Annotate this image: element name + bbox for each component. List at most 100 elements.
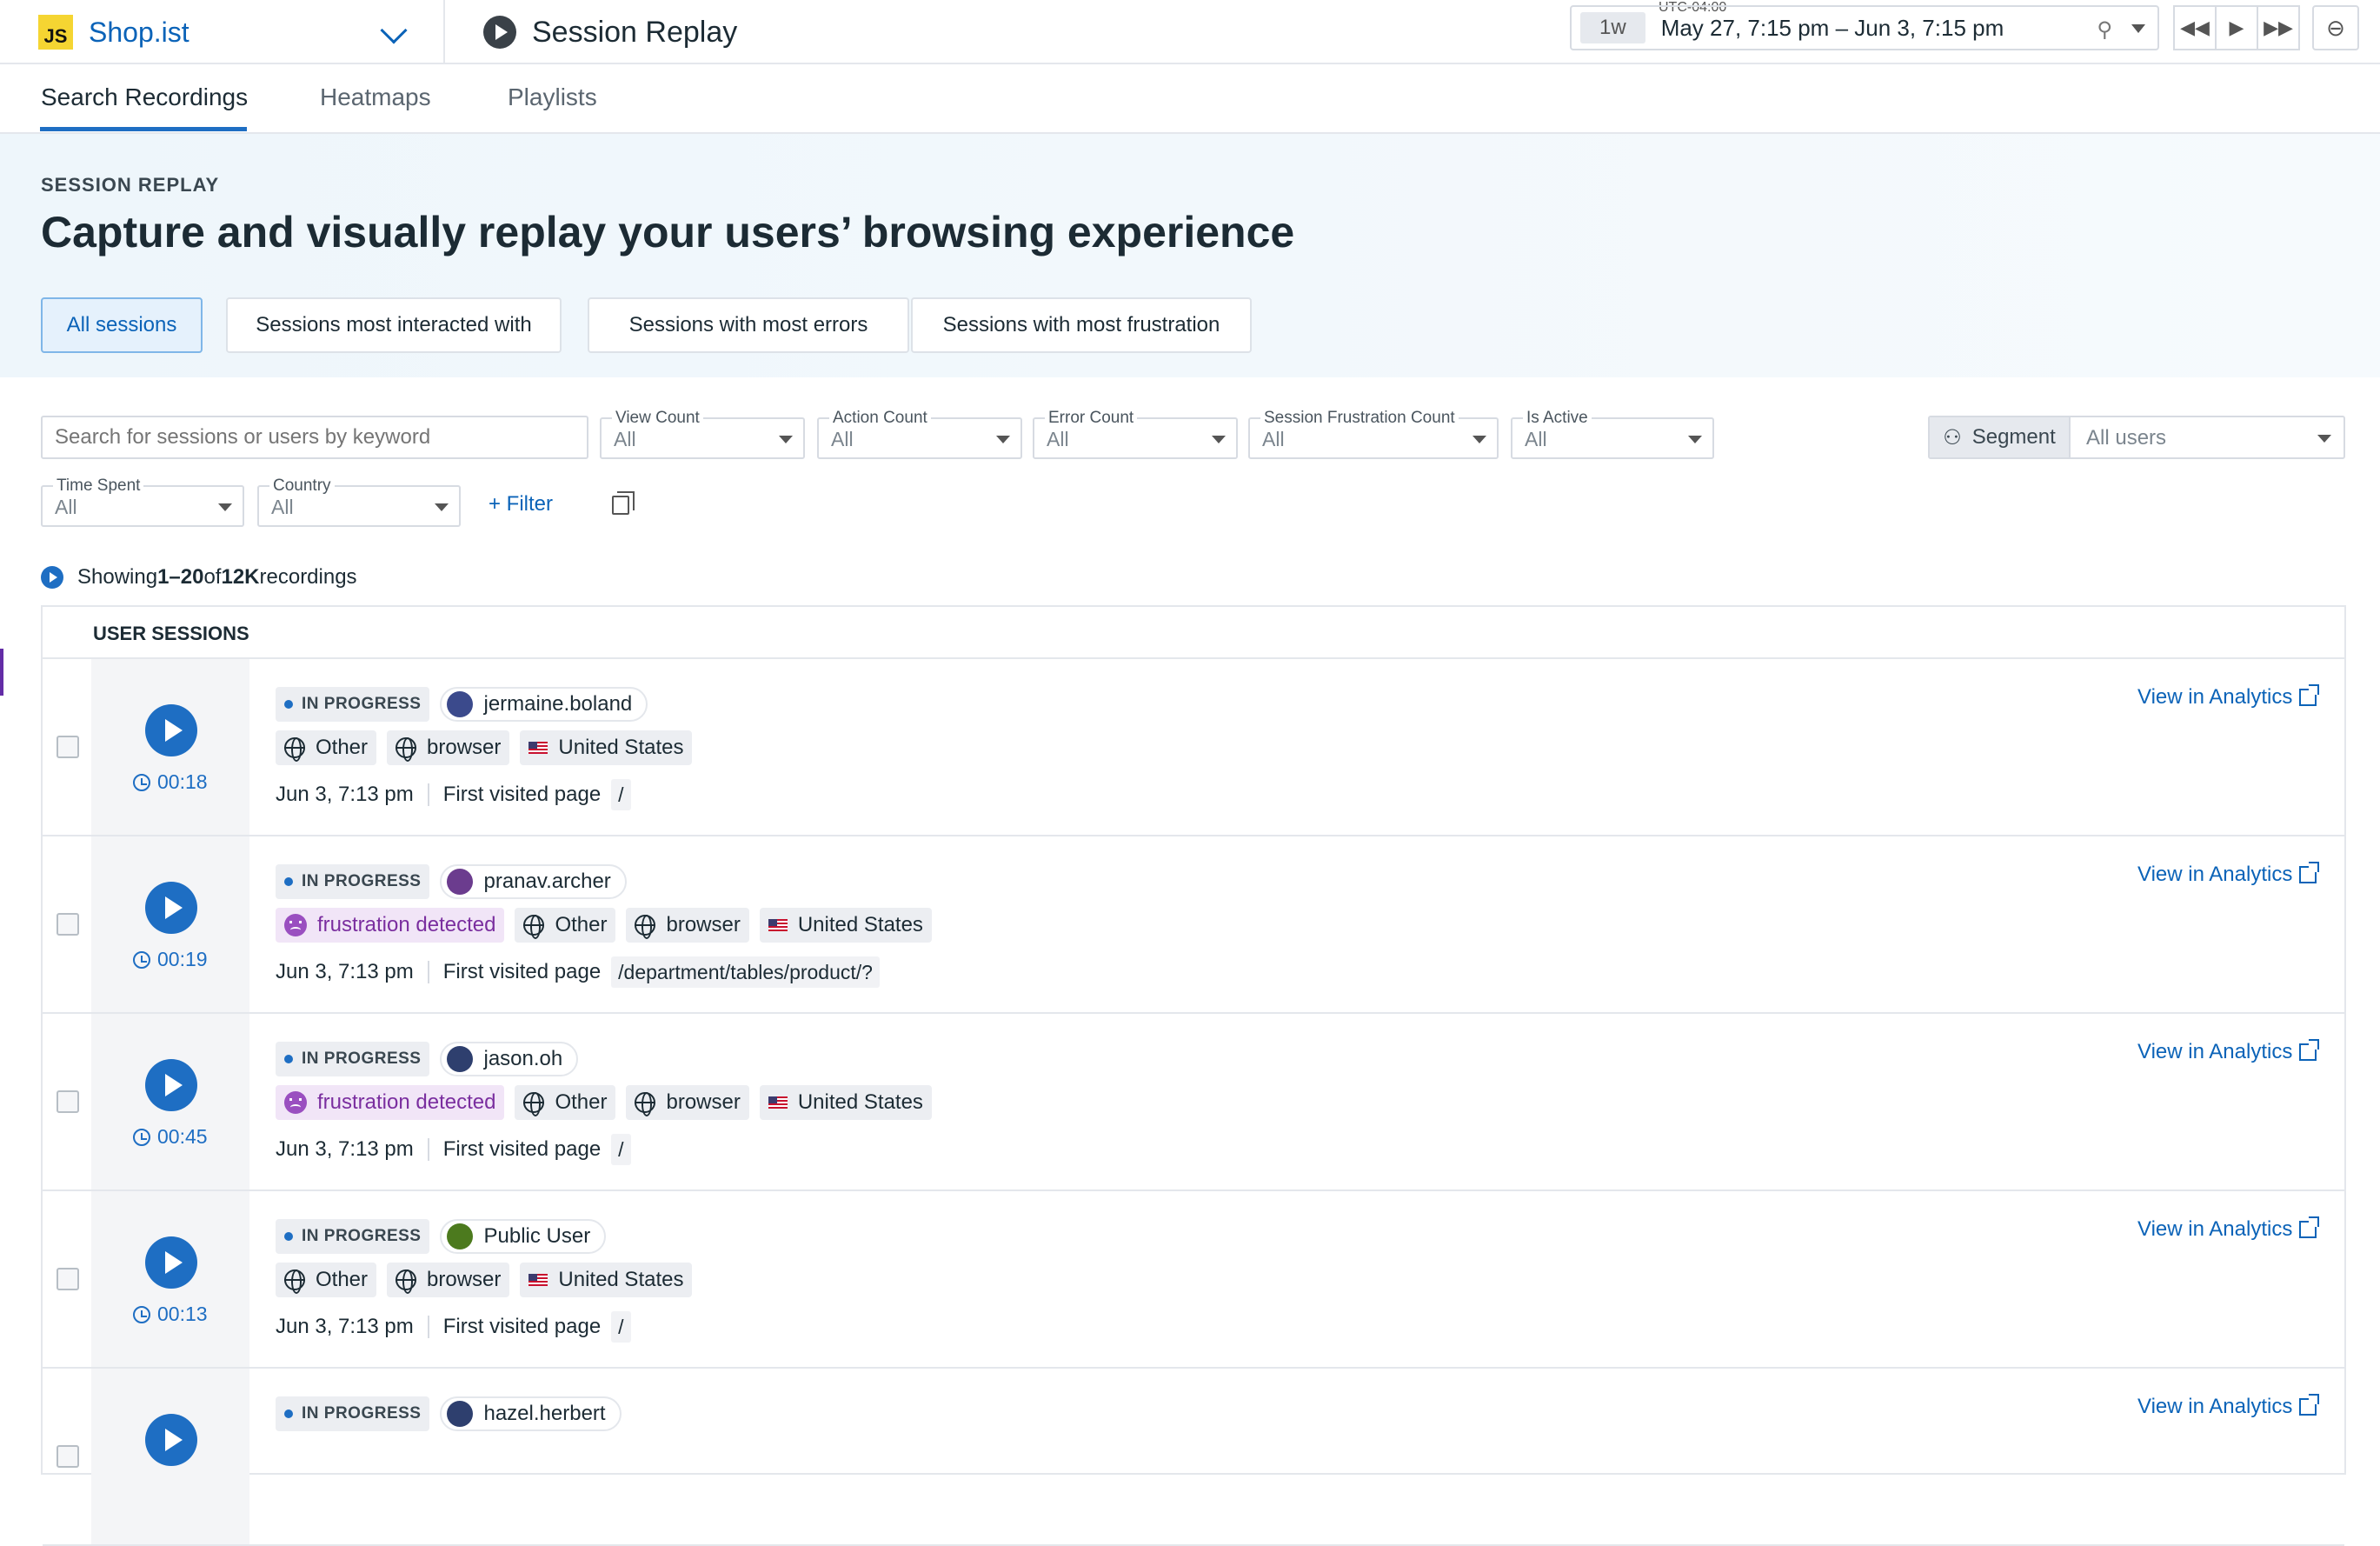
table-row: 00:19 IN PROGRESS pranav.archer frustration… bbox=[43, 836, 2344, 1014]
app-switcher[interactable]: JS Shop.ist bbox=[38, 0, 445, 64]
copy-icon[interactable] bbox=[612, 491, 635, 515]
user-name[interactable]: hazel.herbert bbox=[483, 1402, 605, 1426]
caret-down-icon bbox=[779, 436, 793, 443]
browser-text: browser bbox=[666, 1090, 741, 1114]
view-in-analytics-link[interactable]: View in Analytics bbox=[2137, 1394, 2320, 1419]
page-title-group: Session Replay bbox=[483, 0, 737, 64]
user-name[interactable]: pranav.archer bbox=[483, 870, 610, 894]
rewind-icon[interactable]: ◀◀ bbox=[2173, 5, 2217, 50]
play-icon[interactable] bbox=[145, 1236, 197, 1289]
session-player[interactable]: 00:45 bbox=[91, 1014, 249, 1189]
segment-selector[interactable]: ⚇ Segment All users bbox=[1928, 416, 2345, 459]
left-accent-bar bbox=[0, 649, 3, 696]
analytics-text[interactable]: View in Analytics bbox=[2137, 1395, 2292, 1419]
tab-search-recordings[interactable]: Search Recordings bbox=[41, 83, 248, 111]
user-badge[interactable]: jason.oh bbox=[440, 1042, 579, 1076]
row-checkbox[interactable] bbox=[57, 1445, 79, 1468]
analytics-text[interactable]: View in Analytics bbox=[2137, 1040, 2292, 1064]
add-filter-button[interactable]: + Filter bbox=[489, 492, 553, 516]
status-badge: IN PROGRESS bbox=[276, 864, 430, 899]
play-icon[interactable] bbox=[145, 704, 197, 756]
analytics-text[interactable]: View in Analytics bbox=[2137, 863, 2292, 887]
row-checkbox[interactable] bbox=[57, 913, 79, 936]
filter-is-active[interactable]: Is Active All bbox=[1511, 409, 1714, 459]
row-checkbox[interactable] bbox=[57, 1090, 79, 1113]
play-icon[interactable] bbox=[145, 1059, 197, 1111]
session-player[interactable] bbox=[91, 1369, 249, 1544]
segment-value[interactable]: All users bbox=[2071, 417, 2343, 457]
play-icon[interactable] bbox=[145, 1414, 197, 1466]
time-nav-buttons: ◀◀ ▶ ▶▶ bbox=[2173, 5, 2300, 50]
user-badge[interactable]: Public User bbox=[440, 1219, 607, 1254]
time-range-picker[interactable]: 1w May 27, 7:15 pm – Jun 3, 7:15 pm ⚲ bbox=[1570, 5, 2159, 50]
user-name[interactable]: Public User bbox=[483, 1224, 590, 1249]
globe-icon bbox=[396, 1269, 417, 1294]
play-icon[interactable] bbox=[145, 882, 197, 934]
segment-button[interactable]: ⚇ Segment bbox=[1930, 417, 2071, 457]
view-in-analytics-link[interactable]: View in Analytics bbox=[2137, 1216, 2320, 1242]
caret-down-icon bbox=[1212, 436, 1226, 443]
chevron-down-icon[interactable] bbox=[380, 17, 408, 44]
user-badge[interactable]: jermaine.boland bbox=[440, 687, 648, 722]
fast-forward-icon[interactable]: ▶▶ bbox=[2257, 5, 2300, 50]
session-player[interactable]: 00:18 bbox=[91, 659, 249, 835]
search-input[interactable] bbox=[41, 416, 588, 459]
filter-error-count[interactable]: Error Count All bbox=[1033, 409, 1238, 459]
session-line-1: IN PROGRESS Public User bbox=[276, 1219, 616, 1254]
session-line-3: Jun 3, 7:13 pm First visited page / bbox=[276, 1134, 631, 1165]
view-in-analytics-link[interactable]: View in Analytics bbox=[2137, 1039, 2320, 1064]
tab-heatmaps[interactable]: Heatmaps bbox=[320, 83, 431, 111]
row-checkbox[interactable] bbox=[57, 736, 79, 758]
view-in-analytics-link[interactable]: View in Analytics bbox=[2137, 862, 2320, 887]
app-name[interactable]: Shop.ist bbox=[89, 17, 189, 49]
browser-badge: browser bbox=[626, 908, 749, 943]
country-badge: United States bbox=[759, 908, 932, 943]
session-duration: 00:13 bbox=[133, 1303, 208, 1326]
browser-badge: browser bbox=[387, 1263, 510, 1297]
caret-down-icon bbox=[996, 436, 1010, 443]
chip-most-interacted[interactable]: Sessions most interacted with bbox=[226, 297, 562, 353]
filter-view-count[interactable]: View Count All bbox=[600, 409, 805, 459]
filter-country[interactable]: Country All bbox=[257, 476, 461, 527]
row-checkbox[interactable] bbox=[57, 1268, 79, 1290]
session-line-3: Jun 3, 7:13 pm First visited page/departm… bbox=[276, 956, 880, 988]
chip-all-sessions[interactable]: All sessions bbox=[41, 297, 203, 353]
session-line-3: Jun 3, 7:13 pm First visited page / bbox=[276, 1311, 631, 1343]
filter-value: All bbox=[271, 496, 294, 518]
caret-down-icon[interactable] bbox=[2131, 24, 2145, 33]
session-player[interactable]: 00:19 bbox=[91, 836, 249, 1012]
first-visited-path: /department/tables/product/? bbox=[611, 956, 880, 988]
analytics-text[interactable]: View in Analytics bbox=[2137, 685, 2292, 710]
frustration-icon bbox=[284, 1091, 307, 1114]
chip-most-errors[interactable]: Sessions with most errors bbox=[588, 297, 909, 353]
table-row: IN PROGRESS hazel.herbert View in Analytic… bbox=[43, 1369, 2344, 1546]
filter-value: All bbox=[1262, 428, 1285, 450]
user-name[interactable]: jason.oh bbox=[483, 1047, 562, 1071]
user-badge[interactable]: hazel.herbert bbox=[440, 1396, 622, 1431]
country-badge: United States bbox=[520, 1263, 693, 1297]
users-icon: ⚇ bbox=[1943, 425, 1962, 450]
zoom-out-icon[interactable]: ⊖ bbox=[2312, 5, 2359, 50]
status-text: IN PROGRESS bbox=[302, 1404, 422, 1423]
tab-playlists[interactable]: Playlists bbox=[508, 83, 597, 111]
view-in-analytics-link[interactable]: View in Analytics bbox=[2137, 684, 2320, 710]
chip-most-frustration[interactable]: Sessions with most frustration bbox=[911, 297, 1252, 353]
user-name[interactable]: jermaine.boland bbox=[483, 692, 632, 716]
status-badge: IN PROGRESS bbox=[276, 1042, 430, 1076]
filter-label: Error Count bbox=[1045, 409, 1138, 428]
filter-action-count[interactable]: Action Count All bbox=[817, 409, 1022, 459]
globe-icon bbox=[284, 1269, 305, 1294]
time-range-badge[interactable]: 1w bbox=[1580, 12, 1645, 43]
time-range-text[interactable]: May 27, 7:15 pm – Jun 3, 7:15 pm bbox=[1661, 15, 2004, 42]
device-text: Other bbox=[555, 1090, 608, 1114]
filter-frustration-count[interactable]: Session Frustration Count All bbox=[1248, 409, 1499, 459]
filter-label: Action Count bbox=[829, 409, 931, 428]
session-player[interactable]: 00:13 bbox=[91, 1191, 249, 1367]
analytics-text[interactable]: View in Analytics bbox=[2137, 1217, 2292, 1242]
filter-value: All bbox=[1047, 428, 1069, 450]
play-icon[interactable]: ▶ bbox=[2215, 5, 2258, 50]
filter-time-spent[interactable]: Time Spent All bbox=[41, 476, 244, 527]
pin-icon[interactable]: ⚲ bbox=[2097, 17, 2112, 43]
frustration-badge: frustration detected bbox=[276, 1085, 505, 1120]
user-badge[interactable]: pranav.archer bbox=[440, 864, 627, 899]
